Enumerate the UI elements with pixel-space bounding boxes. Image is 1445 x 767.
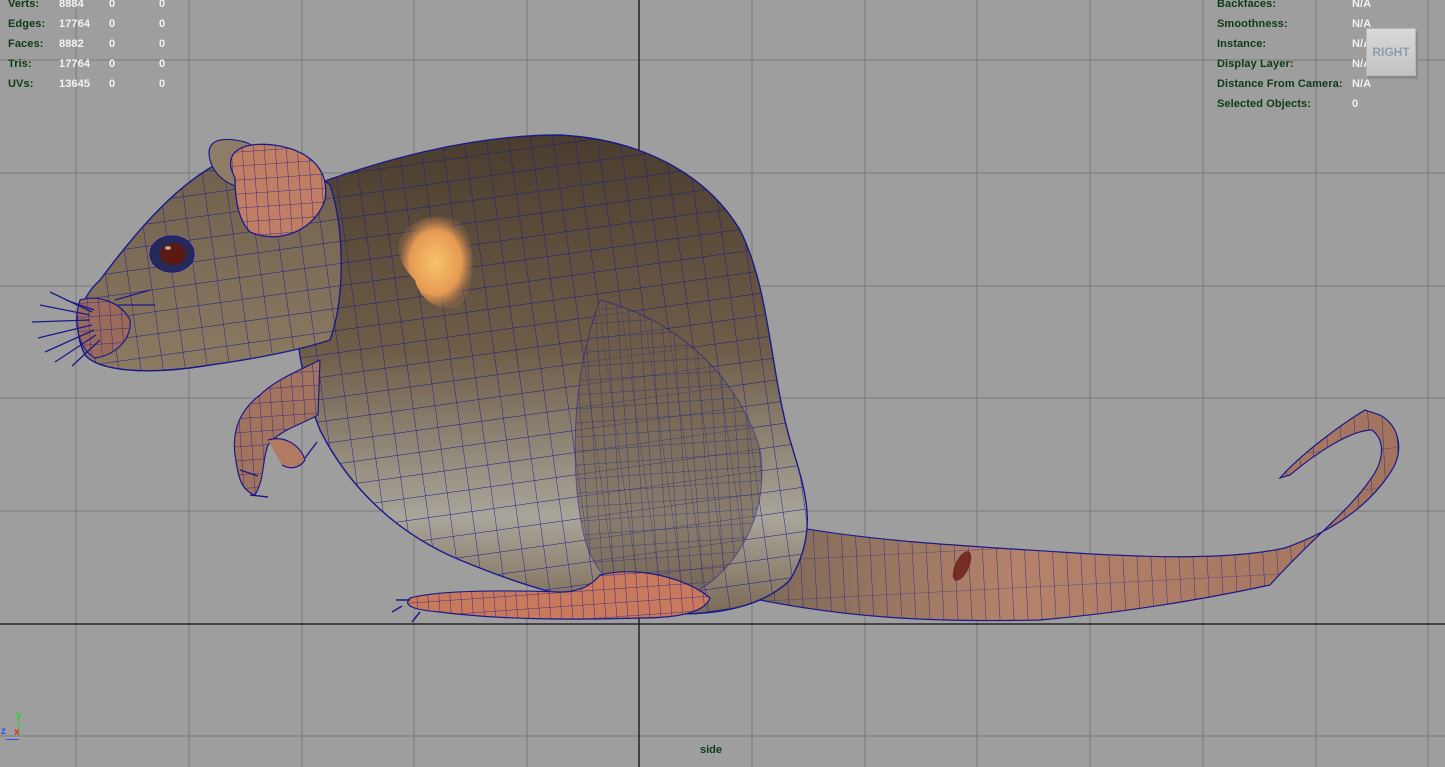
- poly-row-verts: Verts: 8884 0 0: [8, 0, 165, 14]
- poly-value: 0: [159, 0, 166, 10]
- poly-value: 0: [159, 18, 166, 30]
- rat-head: [31, 138, 342, 372]
- poly-value: 0: [109, 58, 116, 70]
- poly-value: 8882: [59, 38, 84, 50]
- poly-value: 0: [159, 58, 166, 70]
- poly-value: 0: [109, 0, 116, 10]
- axis-gizmo: y z x: [0, 710, 30, 744]
- poly-value: 8884: [59, 0, 84, 10]
- axis-x-label: x: [14, 727, 20, 738]
- poly-label: Tris:: [8, 58, 32, 70]
- poly-label: Faces:: [8, 38, 44, 50]
- detail-label: Smoothness:: [1217, 18, 1288, 30]
- poly-label: Verts:: [8, 0, 40, 10]
- detail-label: Instance:: [1217, 38, 1267, 50]
- poly-row-uvs: UVs: 13645 0 0: [8, 74, 165, 94]
- rat-front-leg: [233, 359, 321, 498]
- detail-label: Display Layer:: [1217, 58, 1294, 70]
- detail-value: N/A: [1352, 78, 1372, 90]
- axis-y-label: y: [16, 710, 22, 721]
- rat-mesh[interactable]: [0, 0, 1445, 767]
- axis-z-label: z: [1, 726, 6, 737]
- axis-z-line: [6, 739, 19, 740]
- poly-label: UVs:: [8, 78, 34, 90]
- viewport-side[interactable]: Verts: 8884 0 0 Edges: 17764 0 0 Faces: …: [0, 0, 1445, 767]
- view-cube-label: RIGHT: [1372, 45, 1410, 59]
- poly-value: 0: [109, 78, 116, 90]
- camera-name: side: [700, 744, 723, 756]
- poly-value: 0: [109, 38, 116, 50]
- detail-row-smoothness: Smoothness: N/A: [1217, 14, 1371, 34]
- poly-row-faces: Faces: 8882 0 0: [8, 34, 165, 54]
- detail-row-display-layer: Display Layer: N/A: [1217, 54, 1371, 74]
- rat-tail: [759, 409, 1400, 622]
- detail-row-backfaces: Backfaces: N/A: [1217, 0, 1371, 14]
- poly-label: Edges:: [8, 18, 46, 30]
- detail-label: Distance From Camera:: [1217, 78, 1343, 90]
- poly-count-hud: Verts: 8884 0 0 Edges: 17764 0 0 Faces: …: [8, 0, 165, 94]
- poly-row-edges: Edges: 17764 0 0: [8, 14, 165, 34]
- detail-label: Selected Objects:: [1217, 98, 1312, 110]
- poly-value: 0: [109, 18, 116, 30]
- detail-value: 0: [1352, 98, 1359, 110]
- view-cube[interactable]: RIGHT: [1366, 28, 1416, 76]
- poly-value: 17764: [59, 58, 91, 70]
- detail-value: N/A: [1352, 0, 1372, 10]
- detail-row-distance: Distance From Camera: N/A: [1217, 74, 1371, 94]
- poly-value: 17764: [59, 18, 91, 30]
- rat-body: [293, 134, 808, 615]
- poly-value: 0: [159, 38, 166, 50]
- object-details-hud: Backfaces: N/A Smoothness: N/A Instance:…: [1217, 0, 1371, 114]
- detail-row-instance: Instance: N/A: [1217, 34, 1371, 54]
- poly-value: 0: [159, 78, 166, 90]
- detail-row-selected: Selected Objects: 0: [1217, 94, 1358, 114]
- poly-row-tris: Tris: 17764 0 0: [8, 54, 165, 74]
- detail-label: Backfaces:: [1217, 0, 1277, 10]
- poly-value: 13645: [59, 78, 91, 90]
